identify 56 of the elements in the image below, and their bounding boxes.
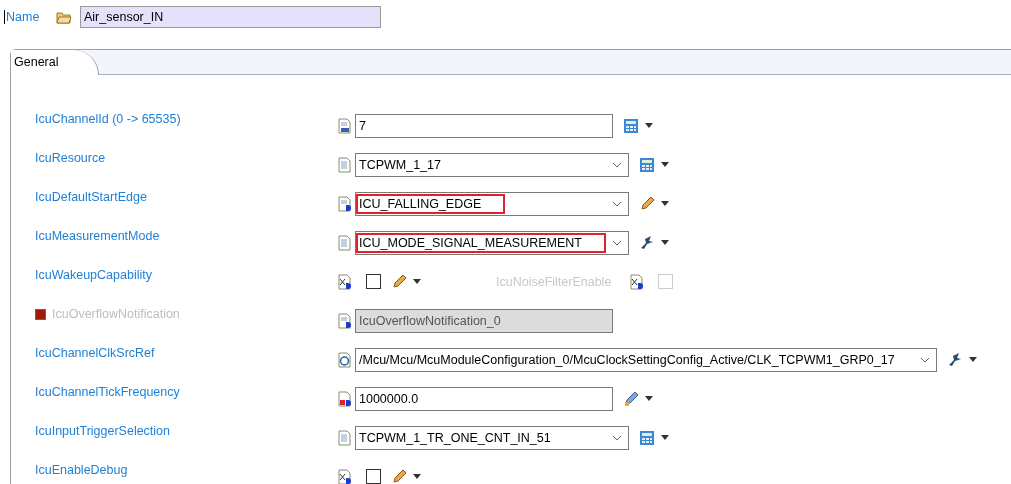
pencil-icon[interactable] [639,195,655,212]
field-label: IcuEnableDebug [35,463,128,477]
dropdown-field[interactable]: TCPWM_1_TR_ONE_CNT_IN_51 [355,425,629,450]
field-label: IcuChannelTickFrequency [35,385,180,399]
chevron-icon[interactable] [920,356,930,363]
caret-icon[interactable] [661,435,669,440]
caret-icon[interactable] [969,357,977,362]
pencil-icon[interactable] [623,390,639,407]
calculator-icon[interactable] [639,156,655,173]
caret-icon[interactable] [661,240,669,245]
tab[interactable]: General [11,50,100,75]
caret-icon[interactable] [645,396,653,401]
field-label: IcuOverflowNotification [52,307,180,321]
dropdown-field[interactable]: ICU_FALLING_EDGE [355,191,629,216]
document-icon [337,195,352,212]
caret-icon[interactable] [661,162,669,167]
name-field[interactable]: Air_sensor_IN [80,6,381,28]
field-label: IcuDefaultStartEdge [35,190,147,204]
text-field[interactable]: 1000000.0 [355,386,613,411]
checkbox[interactable] [366,274,381,289]
dropdown-field[interactable]: TCPWM_1_17 [355,152,629,177]
document-icon [629,273,645,290]
dropdown-field[interactable]: ICU_MODE_SIGNAL_MEASUREMENT [355,230,629,255]
document-icon [337,429,352,446]
dropdown-field[interactable]: /Mcu/Mcu/McuModuleConfiguration_0/McuClockSettingConfig_Active/CLK_TCPWM1_GRP0_17 [355,347,937,372]
wand-icon[interactable] [639,234,655,251]
document-icon [337,234,352,251]
document-icon [337,312,352,329]
field-label: IcuChannelClkSrcRef [35,346,155,360]
caret-icon[interactable] [413,474,421,479]
caret-icon[interactable] [645,123,653,128]
field-label: IcuResource [35,151,106,165]
chevron-icon[interactable] [612,161,622,168]
field-label: IcuChannelId (0 -> 65535) [35,112,181,126]
chevron-icon[interactable] [612,434,622,441]
field-label: IcuWakeupCapability [35,268,152,282]
caret-icon[interactable] [661,201,669,206]
document-icon [337,468,352,484]
document-icon [337,351,352,368]
chevron-icon[interactable] [612,239,622,246]
folder-icon [56,10,72,24]
document-icon [337,273,352,290]
chevron-icon[interactable] [612,200,622,207]
document-icon [337,390,352,407]
pencil-icon[interactable] [391,273,407,290]
text-field[interactable]: 7 [355,113,613,138]
wand-icon[interactable] [947,351,963,368]
caret-icon[interactable] [413,279,421,284]
calculator-icon[interactable] [623,117,639,134]
document-icon [337,156,352,173]
field-label: IcuInputTriggerSelection [35,424,171,438]
checkbox[interactable] [366,469,381,484]
field-label: IcuMeasurementMode [35,229,160,243]
pencil-icon[interactable] [391,468,407,484]
document-icon [337,117,352,134]
calculator-icon[interactable] [639,429,655,446]
